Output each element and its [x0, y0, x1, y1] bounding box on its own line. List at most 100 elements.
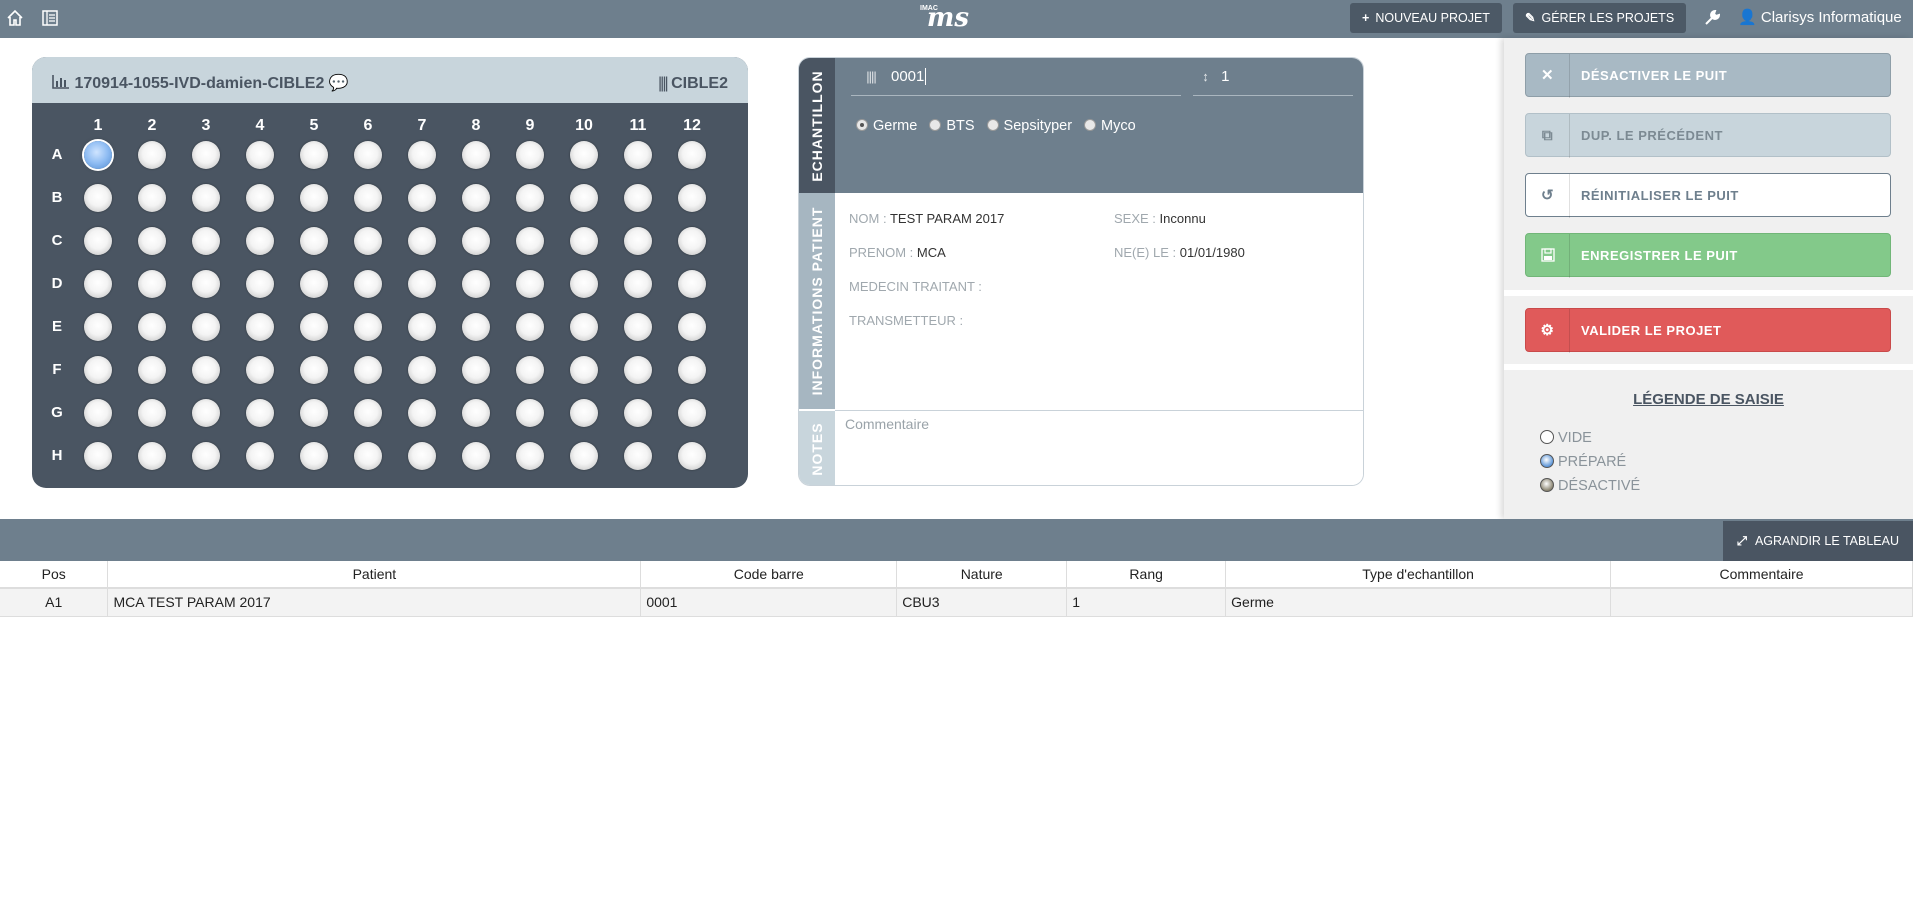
well-G7[interactable]: [408, 399, 436, 427]
list-icon[interactable]: [40, 9, 60, 29]
well-D9[interactable]: [516, 270, 544, 298]
well-F12[interactable]: [678, 356, 706, 384]
well-D11[interactable]: [624, 270, 652, 298]
well-E4[interactable]: [246, 313, 274, 341]
well-A9[interactable]: [516, 141, 544, 169]
well-B2[interactable]: [138, 184, 166, 212]
table-row[interactable]: A1 MCA TEST PARAM 2017 0001 CBU3 1 Germe: [0, 588, 1913, 617]
well-D6[interactable]: [354, 270, 382, 298]
well-F1[interactable]: [84, 356, 112, 384]
sample-type-radio[interactable]: Myco: [1084, 118, 1136, 134]
column-header[interactable]: Nature: [896, 561, 1068, 589]
well-B5[interactable]: [300, 184, 328, 212]
well-D1[interactable]: [84, 270, 112, 298]
well-G11[interactable]: [624, 399, 652, 427]
well-F8[interactable]: [462, 356, 490, 384]
well-B10[interactable]: [570, 184, 598, 212]
column-header[interactable]: Rang: [1066, 561, 1227, 589]
well-C4[interactable]: [246, 227, 274, 255]
sample-type-radio[interactable]: Sepsityper: [986, 118, 1072, 134]
well-H7[interactable]: [408, 442, 436, 470]
well-C6[interactable]: [354, 227, 382, 255]
well-G2[interactable]: [138, 399, 166, 427]
well-F3[interactable]: [192, 356, 220, 384]
expand-table-button[interactable]: ⤢ AGRANDIR LE TABLEAU: [1722, 521, 1913, 561]
well-G5[interactable]: [300, 399, 328, 427]
well-H12[interactable]: [678, 442, 706, 470]
well-C5[interactable]: [300, 227, 328, 255]
well-H6[interactable]: [354, 442, 382, 470]
well-E7[interactable]: [408, 313, 436, 341]
well-C2[interactable]: [138, 227, 166, 255]
well-A11[interactable]: [624, 141, 652, 169]
well-A7[interactable]: [408, 141, 436, 169]
well-A1[interactable]: [84, 141, 112, 169]
well-D8[interactable]: [462, 270, 490, 298]
well-H10[interactable]: [570, 442, 598, 470]
comment-icon[interactable]: 💬: [329, 75, 349, 92]
well-D10[interactable]: [570, 270, 598, 298]
well-A4[interactable]: [246, 141, 274, 169]
well-C11[interactable]: [624, 227, 652, 255]
rang-field[interactable]: ↕ 1: [1193, 58, 1353, 96]
well-B3[interactable]: [192, 184, 220, 212]
well-E1[interactable]: [84, 313, 112, 341]
well-E12[interactable]: [678, 313, 706, 341]
well-E10[interactable]: [570, 313, 598, 341]
well-G1[interactable]: [84, 399, 112, 427]
well-C9[interactable]: [516, 227, 544, 255]
well-G10[interactable]: [570, 399, 598, 427]
well-H1[interactable]: [84, 442, 112, 470]
well-C7[interactable]: [408, 227, 436, 255]
well-F10[interactable]: [570, 356, 598, 384]
manage-projects-button[interactable]: ✎ GÉRER LES PROJETS: [1513, 3, 1687, 33]
well-E5[interactable]: [300, 313, 328, 341]
well-G9[interactable]: [516, 399, 544, 427]
well-H3[interactable]: [192, 442, 220, 470]
well-D7[interactable]: [408, 270, 436, 298]
well-C3[interactable]: [192, 227, 220, 255]
well-B7[interactable]: [408, 184, 436, 212]
well-B11[interactable]: [624, 184, 652, 212]
well-H8[interactable]: [462, 442, 490, 470]
well-E3[interactable]: [192, 313, 220, 341]
well-B4[interactable]: [246, 184, 274, 212]
duplicate-previous-button[interactable]: ⧉ DUP. LE PRÉCÉDENT: [1525, 113, 1891, 158]
well-C1[interactable]: [84, 227, 112, 255]
well-F2[interactable]: [138, 356, 166, 384]
well-A3[interactable]: [192, 141, 220, 169]
well-A5[interactable]: [300, 141, 328, 169]
well-B8[interactable]: [462, 184, 490, 212]
well-F7[interactable]: [408, 356, 436, 384]
well-D2[interactable]: [138, 270, 166, 298]
reset-well-button[interactable]: ↺ RÉINITIALISER LE PUIT: [1525, 173, 1891, 218]
well-F4[interactable]: [246, 356, 274, 384]
well-H5[interactable]: [300, 442, 328, 470]
column-header[interactable]: Pos: [0, 561, 109, 589]
well-A12[interactable]: [678, 141, 706, 169]
well-B1[interactable]: [84, 184, 112, 212]
wrench-icon[interactable]: [1702, 9, 1722, 29]
well-C8[interactable]: [462, 227, 490, 255]
well-A10[interactable]: [570, 141, 598, 169]
well-E2[interactable]: [138, 313, 166, 341]
well-D12[interactable]: [678, 270, 706, 298]
well-D4[interactable]: [246, 270, 274, 298]
column-header[interactable]: Commentaire: [1610, 561, 1913, 589]
save-well-button[interactable]: ENREGISTRER LE PUIT: [1525, 233, 1891, 278]
well-E9[interactable]: [516, 313, 544, 341]
barcode-field[interactable]: |||| 0001: [851, 58, 1181, 96]
column-header[interactable]: Type d'echantillon: [1225, 561, 1612, 589]
well-F6[interactable]: [354, 356, 382, 384]
deactivate-well-button[interactable]: ✕ DÉSACTIVER LE PUIT: [1525, 53, 1891, 98]
well-H2[interactable]: [138, 442, 166, 470]
user-menu[interactable]: 👤 Clarisys Informatique: [1738, 3, 1902, 33]
sample-type-radio[interactable]: Germe: [856, 118, 917, 134]
well-D3[interactable]: [192, 270, 220, 298]
well-C10[interactable]: [570, 227, 598, 255]
well-C12[interactable]: [678, 227, 706, 255]
well-H9[interactable]: [516, 442, 544, 470]
well-G8[interactable]: [462, 399, 490, 427]
well-G4[interactable]: [246, 399, 274, 427]
home-icon[interactable]: [5, 9, 25, 29]
